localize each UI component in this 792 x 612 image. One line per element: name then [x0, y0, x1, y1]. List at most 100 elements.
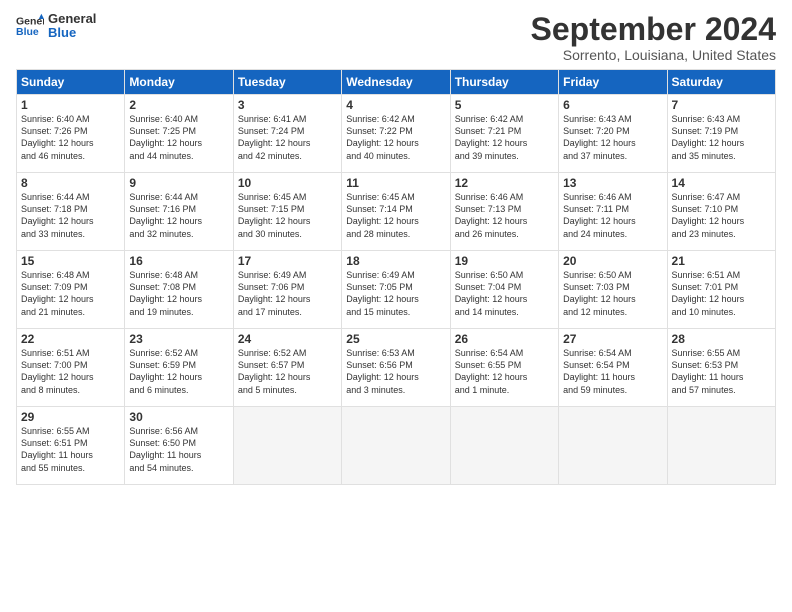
logo-blue: Blue [48, 26, 96, 40]
page-subtitle: Sorrento, Louisiana, United States [531, 47, 776, 63]
day-info: Sunrise: 6:48 AM Sunset: 7:09 PM Dayligh… [21, 269, 120, 318]
day-cell: 14Sunrise: 6:47 AM Sunset: 7:10 PM Dayli… [667, 173, 775, 251]
day-cell: 4Sunrise: 6:42 AM Sunset: 7:22 PM Daylig… [342, 95, 450, 173]
day-number: 16 [129, 254, 228, 268]
day-number: 27 [563, 332, 662, 346]
day-number: 13 [563, 176, 662, 190]
day-info: Sunrise: 6:43 AM Sunset: 7:19 PM Dayligh… [672, 113, 771, 162]
day-number: 8 [21, 176, 120, 190]
day-cell: 20Sunrise: 6:50 AM Sunset: 7:03 PM Dayli… [559, 251, 667, 329]
logo-icon: General Blue [16, 12, 44, 40]
day-info: Sunrise: 6:46 AM Sunset: 7:11 PM Dayligh… [563, 191, 662, 240]
day-info: Sunrise: 6:54 AM Sunset: 6:54 PM Dayligh… [563, 347, 662, 396]
week-row-5: 29Sunrise: 6:55 AM Sunset: 6:51 PM Dayli… [17, 407, 776, 485]
day-info: Sunrise: 6:52 AM Sunset: 6:59 PM Dayligh… [129, 347, 228, 396]
day-cell [342, 407, 450, 485]
day-cell: 27Sunrise: 6:54 AM Sunset: 6:54 PM Dayli… [559, 329, 667, 407]
day-number: 9 [129, 176, 228, 190]
day-cell: 2Sunrise: 6:40 AM Sunset: 7:25 PM Daylig… [125, 95, 233, 173]
day-info: Sunrise: 6:42 AM Sunset: 7:22 PM Dayligh… [346, 113, 445, 162]
day-info: Sunrise: 6:51 AM Sunset: 7:01 PM Dayligh… [672, 269, 771, 318]
day-cell [667, 407, 775, 485]
day-number: 24 [238, 332, 337, 346]
week-row-3: 15Sunrise: 6:48 AM Sunset: 7:09 PM Dayli… [17, 251, 776, 329]
day-cell: 7Sunrise: 6:43 AM Sunset: 7:19 PM Daylig… [667, 95, 775, 173]
logo: General Blue General Blue [16, 12, 96, 41]
day-cell: 10Sunrise: 6:45 AM Sunset: 7:15 PM Dayli… [233, 173, 341, 251]
day-info: Sunrise: 6:48 AM Sunset: 7:08 PM Dayligh… [129, 269, 228, 318]
day-cell: 8Sunrise: 6:44 AM Sunset: 7:18 PM Daylig… [17, 173, 125, 251]
col-header-saturday: Saturday [667, 70, 775, 95]
day-number: 14 [672, 176, 771, 190]
col-header-wednesday: Wednesday [342, 70, 450, 95]
day-number: 15 [21, 254, 120, 268]
day-cell: 12Sunrise: 6:46 AM Sunset: 7:13 PM Dayli… [450, 173, 558, 251]
day-cell [450, 407, 558, 485]
day-number: 17 [238, 254, 337, 268]
day-cell: 9Sunrise: 6:44 AM Sunset: 7:16 PM Daylig… [125, 173, 233, 251]
day-number: 7 [672, 98, 771, 112]
day-info: Sunrise: 6:54 AM Sunset: 6:55 PM Dayligh… [455, 347, 554, 396]
day-info: Sunrise: 6:53 AM Sunset: 6:56 PM Dayligh… [346, 347, 445, 396]
day-cell: 5Sunrise: 6:42 AM Sunset: 7:21 PM Daylig… [450, 95, 558, 173]
day-cell: 26Sunrise: 6:54 AM Sunset: 6:55 PM Dayli… [450, 329, 558, 407]
day-number: 18 [346, 254, 445, 268]
day-info: Sunrise: 6:45 AM Sunset: 7:15 PM Dayligh… [238, 191, 337, 240]
day-cell [233, 407, 341, 485]
day-info: Sunrise: 6:40 AM Sunset: 7:26 PM Dayligh… [21, 113, 120, 162]
calendar-table: SundayMondayTuesdayWednesdayThursdayFrid… [16, 69, 776, 485]
day-number: 2 [129, 98, 228, 112]
day-info: Sunrise: 6:46 AM Sunset: 7:13 PM Dayligh… [455, 191, 554, 240]
day-info: Sunrise: 6:50 AM Sunset: 7:03 PM Dayligh… [563, 269, 662, 318]
day-info: Sunrise: 6:49 AM Sunset: 7:05 PM Dayligh… [346, 269, 445, 318]
title-block: September 2024 Sorrento, Louisiana, Unit… [531, 12, 776, 63]
day-cell: 24Sunrise: 6:52 AM Sunset: 6:57 PM Dayli… [233, 329, 341, 407]
day-cell: 17Sunrise: 6:49 AM Sunset: 7:06 PM Dayli… [233, 251, 341, 329]
day-cell: 1Sunrise: 6:40 AM Sunset: 7:26 PM Daylig… [17, 95, 125, 173]
day-cell: 22Sunrise: 6:51 AM Sunset: 7:00 PM Dayli… [17, 329, 125, 407]
col-header-thursday: Thursday [450, 70, 558, 95]
day-cell: 29Sunrise: 6:55 AM Sunset: 6:51 PM Dayli… [17, 407, 125, 485]
day-cell: 21Sunrise: 6:51 AM Sunset: 7:01 PM Dayli… [667, 251, 775, 329]
day-number: 25 [346, 332, 445, 346]
day-number: 30 [129, 410, 228, 424]
week-row-4: 22Sunrise: 6:51 AM Sunset: 7:00 PM Dayli… [17, 329, 776, 407]
week-row-2: 8Sunrise: 6:44 AM Sunset: 7:18 PM Daylig… [17, 173, 776, 251]
day-info: Sunrise: 6:40 AM Sunset: 7:25 PM Dayligh… [129, 113, 228, 162]
day-info: Sunrise: 6:52 AM Sunset: 6:57 PM Dayligh… [238, 347, 337, 396]
day-number: 19 [455, 254, 554, 268]
day-number: 22 [21, 332, 120, 346]
day-info: Sunrise: 6:42 AM Sunset: 7:21 PM Dayligh… [455, 113, 554, 162]
day-cell: 19Sunrise: 6:50 AM Sunset: 7:04 PM Dayli… [450, 251, 558, 329]
day-info: Sunrise: 6:47 AM Sunset: 7:10 PM Dayligh… [672, 191, 771, 240]
day-cell: 15Sunrise: 6:48 AM Sunset: 7:09 PM Dayli… [17, 251, 125, 329]
day-number: 4 [346, 98, 445, 112]
col-header-monday: Monday [125, 70, 233, 95]
day-info: Sunrise: 6:56 AM Sunset: 6:50 PM Dayligh… [129, 425, 228, 474]
day-cell: 6Sunrise: 6:43 AM Sunset: 7:20 PM Daylig… [559, 95, 667, 173]
day-cell: 30Sunrise: 6:56 AM Sunset: 6:50 PM Dayli… [125, 407, 233, 485]
logo-general: General [48, 12, 96, 26]
day-number: 11 [346, 176, 445, 190]
day-cell: 25Sunrise: 6:53 AM Sunset: 6:56 PM Dayli… [342, 329, 450, 407]
day-info: Sunrise: 6:51 AM Sunset: 7:00 PM Dayligh… [21, 347, 120, 396]
day-info: Sunrise: 6:49 AM Sunset: 7:06 PM Dayligh… [238, 269, 337, 318]
day-number: 12 [455, 176, 554, 190]
day-info: Sunrise: 6:55 AM Sunset: 6:51 PM Dayligh… [21, 425, 120, 474]
col-header-friday: Friday [559, 70, 667, 95]
day-cell: 23Sunrise: 6:52 AM Sunset: 6:59 PM Dayli… [125, 329, 233, 407]
day-cell: 18Sunrise: 6:49 AM Sunset: 7:05 PM Dayli… [342, 251, 450, 329]
day-cell: 16Sunrise: 6:48 AM Sunset: 7:08 PM Dayli… [125, 251, 233, 329]
col-header-sunday: Sunday [17, 70, 125, 95]
day-number: 29 [21, 410, 120, 424]
day-cell: 28Sunrise: 6:55 AM Sunset: 6:53 PM Dayli… [667, 329, 775, 407]
page-title: September 2024 [531, 12, 776, 47]
day-number: 23 [129, 332, 228, 346]
week-row-1: 1Sunrise: 6:40 AM Sunset: 7:26 PM Daylig… [17, 95, 776, 173]
day-number: 5 [455, 98, 554, 112]
day-number: 1 [21, 98, 120, 112]
day-number: 6 [563, 98, 662, 112]
day-info: Sunrise: 6:50 AM Sunset: 7:04 PM Dayligh… [455, 269, 554, 318]
day-number: 3 [238, 98, 337, 112]
day-number: 20 [563, 254, 662, 268]
